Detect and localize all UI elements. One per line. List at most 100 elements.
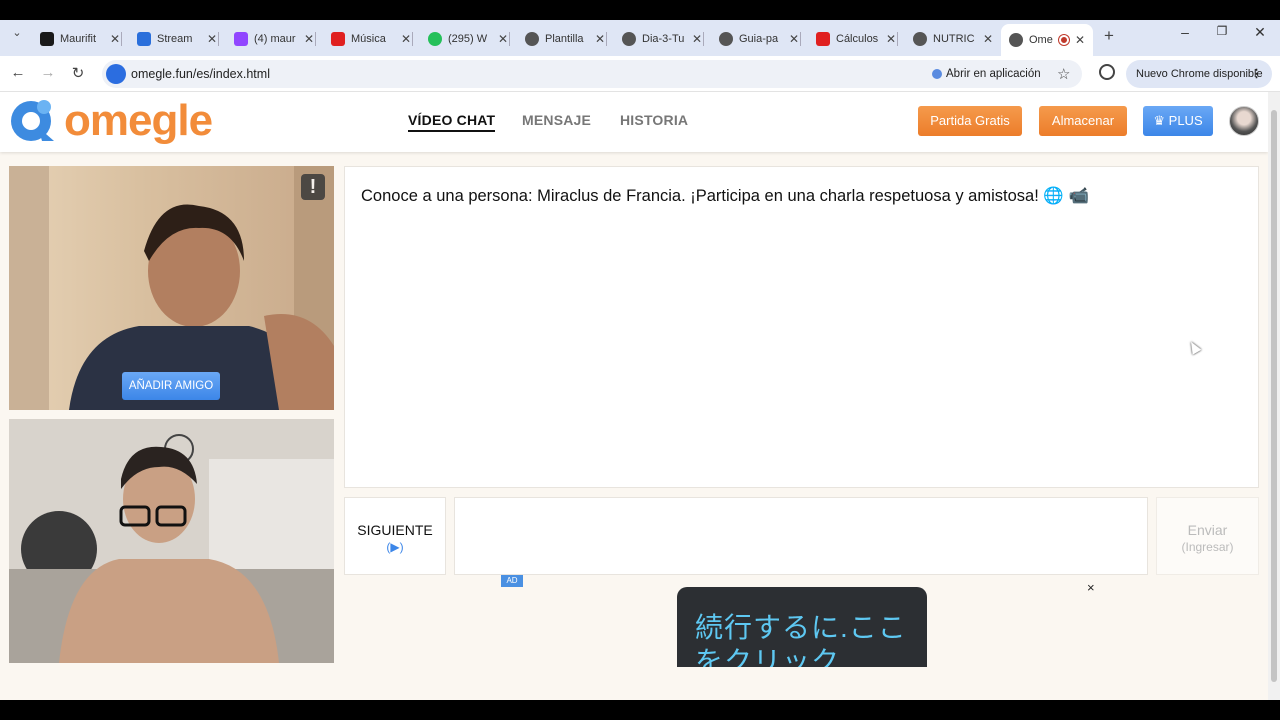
self-video <box>9 419 334 663</box>
send-button[interactable]: Enviar (Ingresar) <box>1156 497 1259 575</box>
next-label: SIGUIENTE <box>357 522 433 538</box>
tab-title: (4) maur <box>254 33 296 45</box>
reload-icon[interactable]: ↻ <box>67 64 89 82</box>
page-scrollbar[interactable] <box>1268 92 1280 700</box>
tab-favicon-icon <box>234 32 248 46</box>
plus-label: PLUS <box>1168 113 1203 128</box>
send-label: Enviar <box>1187 522 1228 538</box>
tab-close-icon[interactable]: ✕ <box>692 32 702 46</box>
browser-tab[interactable]: Cálculos ✕ <box>808 24 898 54</box>
tab-favicon-icon <box>913 32 927 46</box>
ad-badge: AD <box>501 575 523 587</box>
browser-tab[interactable]: Guia-pa ✕ <box>711 24 801 54</box>
tab-close-icon[interactable]: ✕ <box>498 32 508 46</box>
message-input[interactable] <box>454 497 1148 575</box>
next-shortcut: (▶) <box>386 540 404 554</box>
tab-favicon-icon <box>622 32 636 46</box>
system-message: Conoce a una persona: Miraclus de Franci… <box>361 187 1090 205</box>
tab-title: Dia-3-Tu <box>642 33 685 45</box>
tab-close-icon[interactable]: ✕ <box>886 32 896 46</box>
logo[interactable]: omegle <box>8 96 213 146</box>
screen: ⌄ Maurifit ✕ Stream ✕ (4) maur ✕ Música ✕ (2… <box>0 0 1280 720</box>
browser-tab[interactable]: Maurifit ✕ <box>32 24 122 54</box>
bookmark-star-icon[interactable]: ☆ <box>1057 65 1070 83</box>
tab-favicon-icon <box>1009 33 1023 47</box>
tab-title: Guia-pa <box>739 33 779 45</box>
tab-close-icon[interactable]: ✕ <box>401 32 411 46</box>
tab-favicon-icon <box>137 32 151 46</box>
menu-kebab-icon[interactable]: ⋮ <box>1251 60 1262 88</box>
mouse-cursor-icon <box>1186 339 1202 355</box>
bottom-bezel <box>0 700 1280 720</box>
ad-text: 続行するに.ここ をクリック <box>695 612 907 667</box>
nav-message[interactable]: MENSAJE <box>522 112 591 128</box>
top-bezel <box>0 0 1280 20</box>
crown-icon: ♛ <box>1153 113 1169 128</box>
tab-title: Maurifit <box>60 33 97 45</box>
chat-log: Conoce a una persona: Miraclus de Franci… <box>344 166 1259 488</box>
site-info-icon[interactable] <box>106 64 126 84</box>
restore-icon[interactable]: ❐ <box>1207 24 1237 38</box>
back-icon[interactable]: ← <box>7 64 29 81</box>
chrome-update-label: Nuevo Chrome disponible <box>1136 68 1263 80</box>
plus-button[interactable]: ♛ PLUS <box>1143 106 1213 136</box>
tab-favicon-icon <box>816 32 830 46</box>
logo-text: omegle <box>64 96 213 145</box>
tab-close-icon[interactable]: ✕ <box>207 32 217 46</box>
browser-tab[interactable]: (295) W ✕ <box>420 24 510 54</box>
address-bar: ← → ↻ omegle.fun/es/index.html Abrir en … <box>0 56 1280 92</box>
tab-close-icon[interactable]: ✕ <box>983 32 993 46</box>
site-header: omegle VÍDEO CHAT MENSAJE HISTORIA Parti… <box>0 92 1268 152</box>
open-in-app-button[interactable]: Abrir en aplicación <box>928 63 1049 85</box>
browser-tab[interactable]: Música ✕ <box>323 24 413 54</box>
tab-close-icon[interactable]: ✕ <box>110 32 120 46</box>
browser-tab[interactable]: Plantilla ✕ <box>517 24 607 54</box>
self-video-frame <box>9 419 334 663</box>
tab-title: NUTRIC <box>933 33 975 45</box>
browser-tab[interactable]: Stream ✕ <box>129 24 219 54</box>
tab-close-icon[interactable]: ✕ <box>595 32 605 46</box>
browser-tabstrip: ⌄ Maurifit ✕ Stream ✕ (4) maur ✕ Música ✕ (2… <box>0 20 1280 56</box>
logo-chat-bubble-icon <box>11 100 54 141</box>
send-shortcut: (Ingresar) <box>1181 540 1234 554</box>
tab-favicon-icon <box>40 32 54 46</box>
nav-history[interactable]: HISTORIA <box>620 112 688 128</box>
next-button[interactable]: SIGUIENTE (▶) <box>344 497 446 575</box>
url-field[interactable]: omegle.fun/es/index.html Abrir en aplica… <box>102 60 1082 88</box>
store-button[interactable]: Almacenar <box>1039 106 1127 136</box>
browser-tab[interactable]: (4) maur ✕ <box>226 24 316 54</box>
stranger-video: ! AÑADIR AMIGO <box>9 166 334 410</box>
nav-video-chat[interactable]: VÍDEO CHAT <box>408 112 496 132</box>
window-close-icon[interactable]: ✕ <box>1245 24 1275 41</box>
tab-title: Plantilla <box>545 33 584 45</box>
tab-close-icon[interactable]: ✕ <box>1075 33 1085 47</box>
tab-title: Música <box>351 33 386 45</box>
new-tab-icon[interactable]: + <box>1098 26 1120 46</box>
ad-banner[interactable]: 続行するに.ここ をクリック <box>677 587 927 667</box>
scrollbar-thumb[interactable] <box>1271 110 1277 682</box>
ad-close-icon[interactable]: × <box>1087 580 1095 595</box>
user-avatar[interactable] <box>1229 106 1259 136</box>
url-text: omegle.fun/es/index.html <box>131 67 270 81</box>
tab-favicon-icon <box>719 32 733 46</box>
tab-close-icon[interactable]: ✕ <box>789 32 799 46</box>
tab-favicon-icon <box>525 32 539 46</box>
tab-search-icon[interactable]: ⌄ <box>6 26 28 39</box>
minimize-icon[interactable]: – <box>1170 24 1200 40</box>
browser-tab[interactable]: Dia-3-Tu ✕ <box>614 24 704 54</box>
chrome-update-button[interactable]: Nuevo Chrome disponible ⋮ <box>1126 60 1272 88</box>
tab-favicon-icon <box>331 32 345 46</box>
report-button[interactable]: ! <box>301 174 325 200</box>
free-match-button[interactable]: Partida Gratis <box>918 106 1022 136</box>
add-friend-button[interactable]: AÑADIR AMIGO <box>122 372 220 400</box>
browser-tab-active[interactable]: Ome ✕ <box>1001 24 1093 56</box>
tab-favicon-icon <box>428 32 442 46</box>
browser-tab[interactable]: NUTRIC ✕ <box>905 24 995 54</box>
tab-title: Stream <box>157 33 193 45</box>
tab-title: (295) W <box>448 33 488 45</box>
forward-icon[interactable]: → <box>37 64 59 81</box>
profile-icon[interactable] <box>1099 64 1115 80</box>
tab-close-icon[interactable]: ✕ <box>304 32 314 46</box>
tab-title: Ome <box>1029 34 1053 46</box>
web-page: omegle VÍDEO CHAT MENSAJE HISTORIA Parti… <box>0 92 1268 700</box>
